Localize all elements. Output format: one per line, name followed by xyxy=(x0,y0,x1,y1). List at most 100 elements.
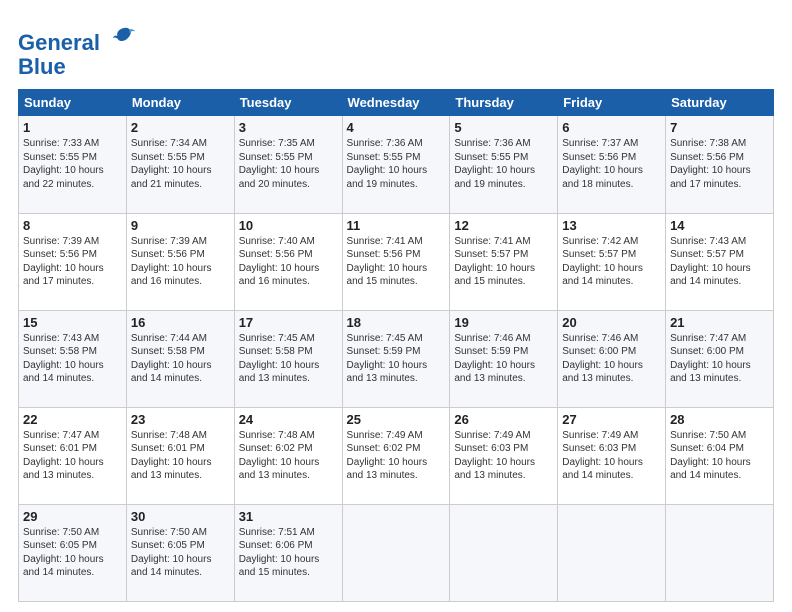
cell-info: Sunrise: 7:39 AMSunset: 5:56 PMDaylight:… xyxy=(131,236,212,288)
cell-info: Sunrise: 7:40 AMSunset: 5:56 PMDaylight:… xyxy=(239,236,320,288)
cell-info: Sunrise: 7:37 AMSunset: 5:56 PMDaylight:… xyxy=(562,138,643,190)
calendar-cell: 21 Sunrise: 7:47 AMSunset: 6:00 PMDayligh… xyxy=(666,310,774,407)
day-number: 12 xyxy=(454,218,553,233)
calendar-cell: 19 Sunrise: 7:46 AMSunset: 5:59 PMDayligh… xyxy=(450,310,558,407)
calendar-week-1: 1Sunrise: 7:33 AMSunset: 5:55 PMDaylight… xyxy=(19,116,774,213)
calendar-cell: 23 Sunrise: 7:48 AMSunset: 6:01 PMDayligh… xyxy=(126,407,234,504)
cell-info: Sunrise: 7:34 AMSunset: 5:55 PMDaylight:… xyxy=(131,138,212,190)
day-number: 27 xyxy=(562,412,661,427)
calendar-cell: 30Sunrise: 7:50 AMSunset: 6:05 PMDayligh… xyxy=(126,504,234,601)
cell-info: Sunrise: 7:48 AMSunset: 6:02 PMDaylight:… xyxy=(239,430,320,482)
day-number: 6 xyxy=(562,120,661,135)
calendar-cell: 31 Sunrise: 7:51 AMSunset: 6:06 PMDayligh… xyxy=(234,504,342,601)
calendar-cell: 15Sunrise: 7:43 AMSunset: 5:58 PMDayligh… xyxy=(19,310,127,407)
calendar-cell: 25 Sunrise: 7:49 AMSunset: 6:02 PMDayligh… xyxy=(342,407,450,504)
day-number: 21 xyxy=(670,315,769,330)
day-number: 26 xyxy=(454,412,553,427)
page: General Blue SundayMondayTuesdayWednesda… xyxy=(0,0,792,612)
day-number: 29 xyxy=(23,509,122,524)
calendar-cell xyxy=(666,504,774,601)
day-number: 10 xyxy=(239,218,338,233)
day-number: 18 xyxy=(347,315,446,330)
day-number: 28 xyxy=(670,412,769,427)
cell-info: Sunrise: 7:48 AMSunset: 6:01 PMDaylight:… xyxy=(131,430,212,482)
day-number: 1 xyxy=(23,120,122,135)
header-friday: Friday xyxy=(558,90,666,116)
day-number: 2 xyxy=(131,120,230,135)
header-tuesday: Tuesday xyxy=(234,90,342,116)
cell-info: Sunrise: 7:36 AMSunset: 5:55 PMDaylight:… xyxy=(347,138,428,190)
calendar-week-5: 29 Sunrise: 7:50 AMSunset: 6:05 PMDayligh… xyxy=(19,504,774,601)
cell-info: Sunrise: 7:46 AMSunset: 5:59 PMDaylight:… xyxy=(454,333,535,385)
calendar-cell xyxy=(450,504,558,601)
header-wednesday: Wednesday xyxy=(342,90,450,116)
calendar-week-4: 22 Sunrise: 7:47 AMSunset: 6:01 PMDayligh… xyxy=(19,407,774,504)
calendar-cell: 2 Sunrise: 7:34 AMSunset: 5:55 PMDaylight… xyxy=(126,116,234,213)
calendar-week-2: 8 Sunrise: 7:39 AMSunset: 5:56 PMDaylight… xyxy=(19,213,774,310)
day-number: 4 xyxy=(347,120,446,135)
day-number: 20 xyxy=(562,315,661,330)
cell-info: Sunrise: 7:47 AMSunset: 6:00 PMDaylight:… xyxy=(670,333,751,385)
cell-info: Sunrise: 7:49 AMSunset: 6:02 PMDaylight:… xyxy=(347,430,428,482)
day-number: 19 xyxy=(454,315,553,330)
header-sunday: Sunday xyxy=(19,90,127,116)
day-number: 23 xyxy=(131,412,230,427)
logo-text: General xyxy=(18,22,137,55)
cell-info: Sunrise: 7:35 AMSunset: 5:55 PMDaylight:… xyxy=(239,138,320,190)
cell-info: Sunrise: 7:44 AMSunset: 5:58 PMDaylight:… xyxy=(131,333,212,385)
calendar-cell: 24Sunrise: 7:48 AMSunset: 6:02 PMDayligh… xyxy=(234,407,342,504)
calendar-body: 1Sunrise: 7:33 AMSunset: 5:55 PMDaylight… xyxy=(19,116,774,602)
calendar-cell: 4 Sunrise: 7:36 AMSunset: 5:55 PMDaylight… xyxy=(342,116,450,213)
header-thursday: Thursday xyxy=(450,90,558,116)
calendar-cell: 14Sunrise: 7:43 AMSunset: 5:57 PMDayligh… xyxy=(666,213,774,310)
day-number: 31 xyxy=(239,509,338,524)
calendar-cell: 13Sunrise: 7:42 AMSunset: 5:57 PMDayligh… xyxy=(558,213,666,310)
day-number: 13 xyxy=(562,218,661,233)
cell-info: Sunrise: 7:36 AMSunset: 5:55 PMDaylight:… xyxy=(454,138,535,190)
cell-info: Sunrise: 7:49 AMSunset: 6:03 PMDaylight:… xyxy=(454,430,535,482)
day-number: 8 xyxy=(23,218,122,233)
calendar-cell: 7 Sunrise: 7:38 AMSunset: 5:56 PMDaylight… xyxy=(666,116,774,213)
logo-subtext: Blue xyxy=(18,55,137,79)
calendar-cell: 22 Sunrise: 7:47 AMSunset: 6:01 PMDayligh… xyxy=(19,407,127,504)
cell-info: Sunrise: 7:38 AMSunset: 5:56 PMDaylight:… xyxy=(670,138,751,190)
calendar-cell: 27 Sunrise: 7:49 AMSunset: 6:03 PMDayligh… xyxy=(558,407,666,504)
calendar-cell: 10 Sunrise: 7:40 AMSunset: 5:56 PMDayligh… xyxy=(234,213,342,310)
calendar-cell: 8 Sunrise: 7:39 AMSunset: 5:56 PMDaylight… xyxy=(19,213,127,310)
calendar-cell: 26 Sunrise: 7:49 AMSunset: 6:03 PMDayligh… xyxy=(450,407,558,504)
calendar-cell: 11 Sunrise: 7:41 AMSunset: 5:56 PMDayligh… xyxy=(342,213,450,310)
cell-info: Sunrise: 7:50 AMSunset: 6:05 PMDaylight:… xyxy=(23,527,104,579)
cell-info: Sunrise: 7:41 AMSunset: 5:57 PMDaylight:… xyxy=(454,236,535,288)
cell-info: Sunrise: 7:51 AMSunset: 6:06 PMDaylight:… xyxy=(239,527,320,579)
day-number: 11 xyxy=(347,218,446,233)
calendar-cell xyxy=(558,504,666,601)
header-saturday: Saturday xyxy=(666,90,774,116)
calendar-cell: 18Sunrise: 7:45 AMSunset: 5:59 PMDayligh… xyxy=(342,310,450,407)
cell-info: Sunrise: 7:47 AMSunset: 6:01 PMDaylight:… xyxy=(23,430,104,482)
day-number: 9 xyxy=(131,218,230,233)
calendar-cell: 12 Sunrise: 7:41 AMSunset: 5:57 PMDayligh… xyxy=(450,213,558,310)
calendar-week-3: 15Sunrise: 7:43 AMSunset: 5:58 PMDayligh… xyxy=(19,310,774,407)
calendar-cell: 3 Sunrise: 7:35 AMSunset: 5:55 PMDaylight… xyxy=(234,116,342,213)
day-number: 22 xyxy=(23,412,122,427)
day-number: 14 xyxy=(670,218,769,233)
cell-info: Sunrise: 7:39 AMSunset: 5:56 PMDaylight:… xyxy=(23,236,104,288)
day-number: 5 xyxy=(454,120,553,135)
calendar-header-row: SundayMondayTuesdayWednesdayThursdayFrid… xyxy=(19,90,774,116)
day-number: 3 xyxy=(239,120,338,135)
day-number: 30 xyxy=(131,509,230,524)
day-number: 25 xyxy=(347,412,446,427)
day-number: 17 xyxy=(239,315,338,330)
header: General Blue xyxy=(18,18,774,79)
day-number: 16 xyxy=(131,315,230,330)
logo: General Blue xyxy=(18,22,137,79)
cell-info: Sunrise: 7:43 AMSunset: 5:58 PMDaylight:… xyxy=(23,333,104,385)
cell-info: Sunrise: 7:41 AMSunset: 5:56 PMDaylight:… xyxy=(347,236,428,288)
cell-info: Sunrise: 7:46 AMSunset: 6:00 PMDaylight:… xyxy=(562,333,643,385)
calendar-cell: 6 Sunrise: 7:37 AMSunset: 5:56 PMDaylight… xyxy=(558,116,666,213)
header-monday: Monday xyxy=(126,90,234,116)
calendar-cell xyxy=(342,504,450,601)
cell-info: Sunrise: 7:45 AMSunset: 5:58 PMDaylight:… xyxy=(239,333,320,385)
cell-info: Sunrise: 7:49 AMSunset: 6:03 PMDaylight:… xyxy=(562,430,643,482)
day-number: 7 xyxy=(670,120,769,135)
